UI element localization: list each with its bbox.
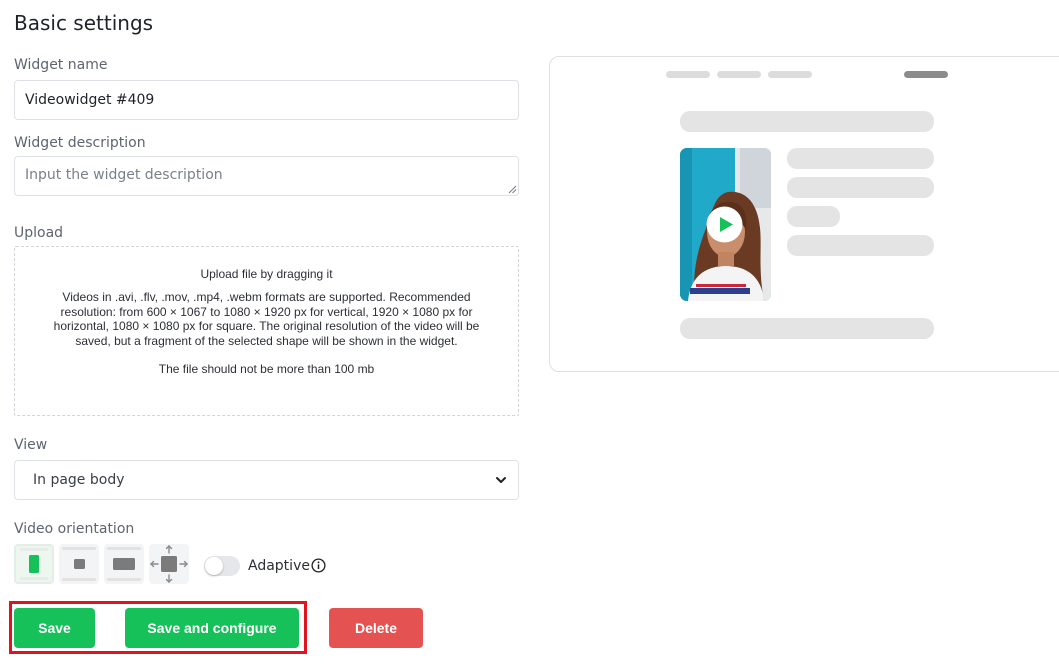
- view-select[interactable]: In page body: [14, 460, 519, 500]
- horizontal-orientation-icon: [107, 547, 141, 581]
- preview-nav-button: [904, 71, 948, 78]
- save-button[interactable]: Save: [14, 608, 95, 648]
- video-orientation-label: Video orientation: [14, 521, 135, 537]
- preview-text-placeholder: [787, 235, 934, 256]
- preview-nav-item: [717, 71, 761, 78]
- adaptive-label: Adaptive: [248, 558, 310, 574]
- preview-text-placeholder: [787, 148, 934, 169]
- adaptive-toggle[interactable]: [204, 556, 240, 576]
- orientation-vertical-button[interactable]: [14, 544, 54, 584]
- upload-dropzone[interactable]: Upload file by dragging it Videos in .av…: [14, 246, 519, 416]
- widget-name-label: Widget name: [14, 57, 108, 73]
- orientation-square-button[interactable]: [59, 544, 99, 584]
- square-orientation-icon: [62, 547, 96, 581]
- adaptive-toggle-knob: [205, 557, 223, 575]
- upload-description: Videos in .avi, .flv, .mov, .mp4, .webm …: [53, 290, 480, 348]
- preview-text-placeholder: [787, 206, 840, 227]
- play-icon: [706, 206, 743, 243]
- preview-nav-item: [666, 71, 710, 78]
- widget-name-input[interactable]: [14, 80, 519, 120]
- preview-nav-item: [768, 71, 812, 78]
- vertical-orientation-icon: [20, 548, 48, 580]
- save-and-configure-button[interactable]: Save and configure: [125, 608, 299, 648]
- upload-label: Upload: [14, 225, 64, 241]
- preview-header-placeholder: [680, 111, 934, 132]
- orientation-free-button[interactable]: [149, 544, 189, 584]
- preview-footer-placeholder: [680, 318, 934, 339]
- view-label: View: [14, 437, 48, 453]
- upload-size-limit: The file should not be more than 100 mb: [158, 362, 375, 377]
- widget-description-label: Widget description: [14, 135, 146, 151]
- chevron-down-icon: [496, 477, 506, 483]
- free-resize-orientation-icon: [150, 545, 188, 583]
- preview-text-placeholder: [787, 177, 934, 198]
- widget-description-textarea[interactable]: [14, 156, 519, 196]
- delete-button[interactable]: Delete: [329, 608, 423, 648]
- info-icon[interactable]: [311, 558, 326, 573]
- resize-grip-icon[interactable]: [507, 184, 517, 194]
- page-title: Basic settings: [14, 11, 154, 35]
- orientation-horizontal-button[interactable]: [104, 544, 144, 584]
- upload-title: Upload file by dragging it: [200, 267, 333, 281]
- view-select-value: In page body: [33, 472, 125, 488]
